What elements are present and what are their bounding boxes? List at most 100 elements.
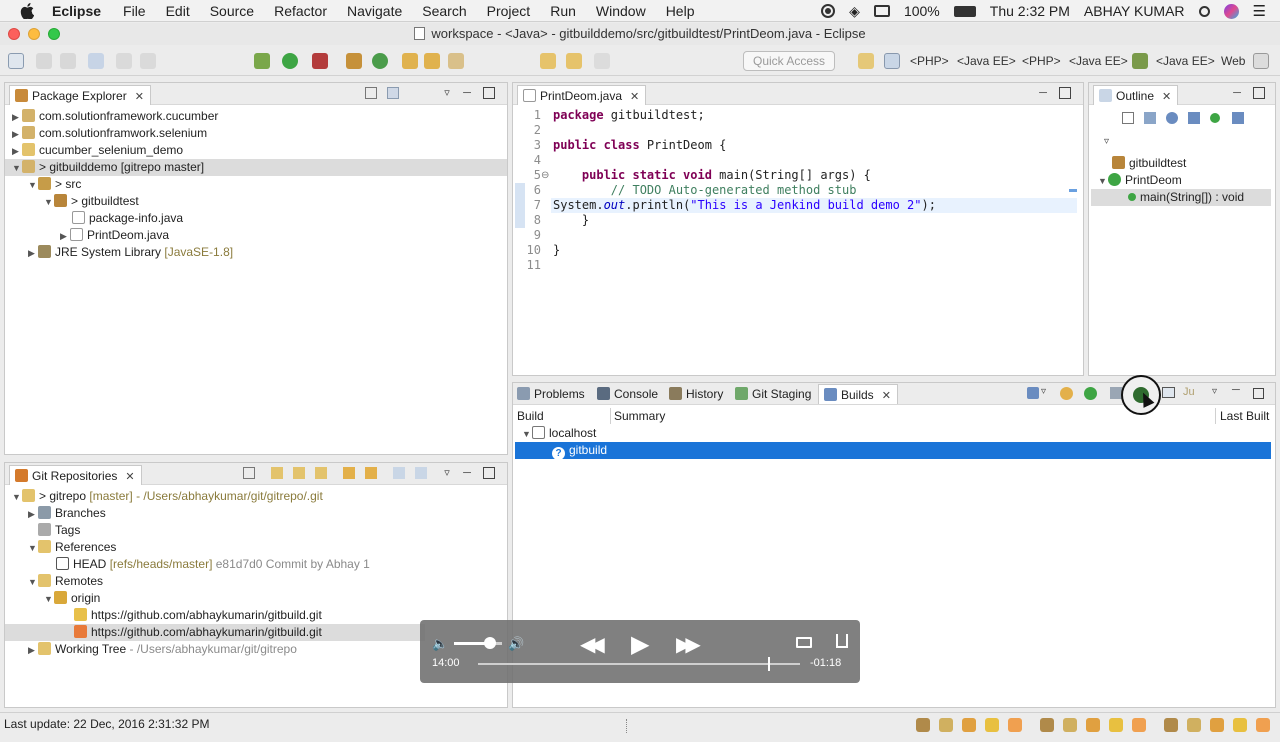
save-all-icon[interactable]: [60, 53, 76, 69]
menu-refactor[interactable]: Refactor: [274, 3, 327, 19]
volume-up-icon[interactable]: 🔊: [508, 636, 524, 652]
tree-item-head[interactable]: HEAD [refs/heads/master] e81d7d0 Commit …: [56, 556, 370, 573]
layout-icon[interactable]: [415, 467, 427, 479]
maximize-icon[interactable]: [1059, 87, 1071, 99]
trim-stack-icon[interactable]: [1063, 718, 1077, 732]
minimize-icon[interactable]: ─: [1231, 87, 1243, 99]
siri-icon[interactable]: [1223, 3, 1239, 19]
back-icon[interactable]: [540, 53, 556, 69]
apple-icon[interactable]: [20, 2, 34, 19]
tree-item-project[interactable]: ▶ cucumber_selenium_demo: [12, 142, 183, 159]
trim-stack-icon[interactable]: [1164, 718, 1178, 732]
tree-item-tags[interactable]: Tags: [38, 522, 80, 539]
run-icon[interactable]: [282, 53, 298, 69]
tree-item-file[interactable]: package-info.java: [72, 210, 183, 227]
forward-history-icon[interactable]: [566, 53, 582, 69]
debug-icon[interactable]: [254, 53, 270, 69]
volume-knob[interactable]: [484, 637, 496, 649]
outline-item-class[interactable]: ▼ PrintDeom: [1098, 172, 1182, 189]
airplay-icon[interactable]: [796, 637, 812, 648]
code-line-10[interactable]: 10}: [515, 243, 561, 258]
perspective-php-1[interactable]: <PHP>: [910, 54, 949, 68]
open-perspective-icon[interactable]: [858, 53, 874, 69]
hide-local-types-icon[interactable]: [1232, 112, 1244, 124]
tab-git-repositories[interactable]: Git Repositories ✕: [9, 465, 142, 485]
tree-item-origin[interactable]: ▼ origin: [44, 590, 100, 607]
trim-stack-icon[interactable]: [1132, 718, 1146, 732]
perspective-javaee-1[interactable]: <Java EE>: [957, 54, 1016, 68]
trim-stack-icon[interactable]: [1210, 718, 1224, 732]
trim-stack-icon[interactable]: [1008, 718, 1022, 732]
skip-breakpoints-icon[interactable]: [88, 53, 104, 69]
menu-run[interactable]: Run: [550, 3, 576, 19]
tree-item-library[interactable]: ▶ JRE System Library [JavaSE-1.8]: [28, 244, 233, 261]
code-line-3[interactable]: 3 public class PrintDeom {: [515, 138, 727, 153]
code-line-8[interactable]: 8 }: [515, 213, 589, 228]
minimize-icon[interactable]: ─: [461, 87, 473, 99]
tree-item-repository[interactable]: ▼ > gitrepo [master] - /Users/abhaykumar/…: [12, 488, 323, 505]
outline-item-package[interactable]: gitbuildtest: [1112, 155, 1186, 172]
trim-stack-icon[interactable]: [939, 718, 953, 732]
sort-icon[interactable]: [1144, 112, 1156, 124]
trim-stack-icon[interactable]: [962, 718, 976, 732]
step-icon[interactable]: [140, 53, 156, 69]
tree-item-package[interactable]: ▼ > gitbuildtest: [44, 193, 139, 210]
maximize-icon[interactable]: [1253, 87, 1265, 99]
play-icon[interactable]: ▶: [631, 630, 649, 659]
tree-item-fetch-url[interactable]: https://github.com/abhaykumarin/gitbuild…: [74, 607, 322, 624]
forward-icon[interactable]: [594, 53, 610, 69]
code-line-2[interactable]: 2: [515, 123, 553, 138]
code-line-5[interactable]: 5 public static void main(String[] args)…: [515, 168, 871, 183]
record-icon[interactable]: [821, 4, 836, 18]
volume-slider[interactable]: [454, 637, 502, 649]
tab-builds[interactable]: Builds ✕: [818, 384, 898, 404]
java-perspective-icon[interactable]: [884, 53, 900, 69]
code-line-11[interactable]: 11: [515, 258, 553, 273]
menu-source[interactable]: Source: [210, 3, 254, 19]
tree-item-working-tree[interactable]: ▶ Working Tree - /Users/abhaykumar/git/gi…: [28, 641, 297, 658]
tree-item-src[interactable]: ▼ > src: [28, 176, 81, 193]
junit-icon[interactable]: Ju: [1183, 386, 1195, 398]
wifi-icon[interactable]: ◈: [849, 3, 860, 20]
perspective-javaee-3[interactable]: <Java EE>: [1156, 54, 1215, 68]
minimize-icon[interactable]: ─: [461, 467, 473, 479]
share-icon[interactable]: [836, 634, 848, 648]
javaee-perspective-icon[interactable]: [1132, 53, 1148, 69]
progress-playhead[interactable]: [768, 657, 770, 671]
collapse-all-icon[interactable]: [365, 87, 377, 99]
refresh-icon[interactable]: [1060, 387, 1073, 400]
add-repository-icon[interactable]: [271, 467, 283, 479]
web-perspective-icon[interactable]: [1253, 53, 1269, 69]
menu-navigate[interactable]: Navigate: [347, 3, 402, 19]
outline-view-menu-icon[interactable]: ▿: [1104, 136, 1109, 147]
open-console-icon[interactable]: [1162, 387, 1175, 398]
link-icon[interactable]: [365, 467, 377, 479]
column-header-last-built[interactable]: Last Built: [1220, 408, 1269, 424]
tab-printdeom-java[interactable]: PrintDeom.java ✕: [517, 85, 647, 107]
minimize-icon[interactable]: ─: [1037, 87, 1049, 99]
search-tool-icon[interactable]: [448, 53, 464, 69]
build-server-row[interactable]: ▼ localhost: [522, 425, 596, 442]
fast-forward-icon[interactable]: ▶▶: [676, 632, 701, 657]
menu-search[interactable]: Search: [422, 3, 466, 19]
tab-package-explorer[interactable]: Package Explorer ✕: [9, 85, 151, 105]
volume-icon[interactable]: 🔈: [432, 636, 448, 652]
close-icon[interactable]: ✕: [882, 386, 891, 406]
close-window-button[interactable]: [8, 28, 20, 40]
hide-static-icon[interactable]: [1188, 112, 1200, 124]
new-build-server-icon[interactable]: [1027, 387, 1039, 399]
tree-item-project-selected[interactable]: ▼ > gitbuilddemo [gitrepo master]: [5, 159, 507, 176]
menu-file[interactable]: File: [123, 3, 146, 19]
save-icon[interactable]: [36, 53, 52, 69]
trim-stack-icon[interactable]: [1187, 718, 1201, 732]
close-icon[interactable]: ✕: [1162, 87, 1171, 107]
code-line-6[interactable]: 6 // TODO Auto-generated method stub: [515, 183, 857, 198]
quick-access-input[interactable]: Quick Access: [743, 51, 835, 71]
outline-item-method-selected[interactable]: main(String[]) : void: [1091, 189, 1271, 206]
build-job-row-selected[interactable]: ? gitbuild: [515, 442, 1271, 460]
trim-stack-icon[interactable]: [1086, 718, 1100, 732]
airplay-icon[interactable]: [873, 5, 890, 17]
fold-toggle-icon[interactable]: ⊖: [541, 170, 549, 181]
tree-item-references[interactable]: ▼ References: [28, 539, 116, 556]
close-icon[interactable]: ✕: [630, 87, 639, 107]
